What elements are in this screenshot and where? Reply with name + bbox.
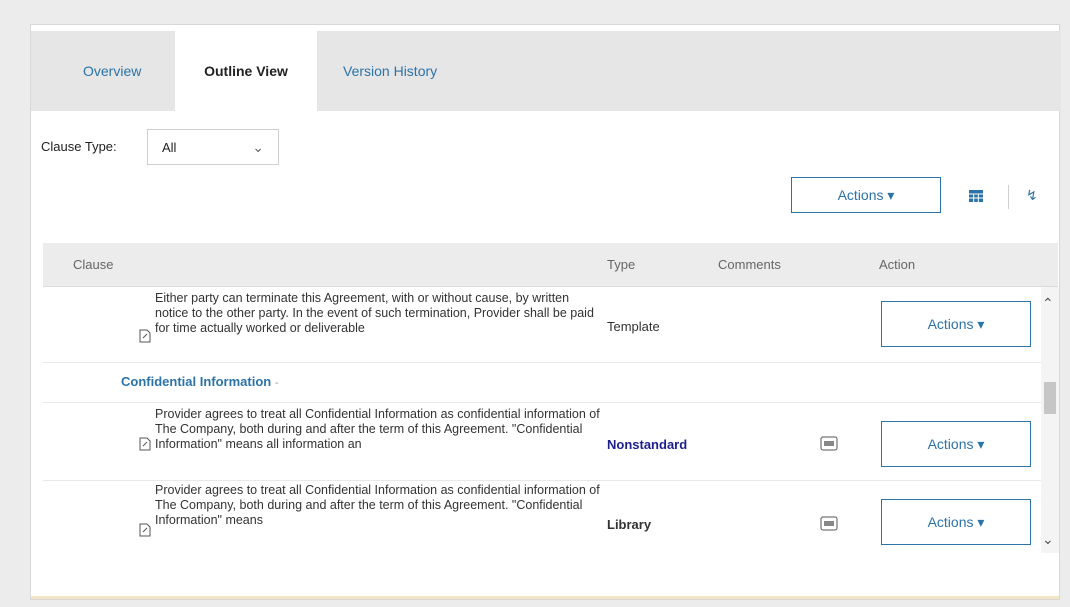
clause-text: Provider agrees to treat all Confidentia… [155,483,600,527]
chevron-up-icon[interactable]: ⌃ [1042,295,1054,312]
section-title[interactable]: Confidential Information - [121,374,279,389]
row-actions-button[interactable]: Actions ▾ [881,421,1031,467]
column-header-comments[interactable]: Comments [718,257,781,272]
tab-bar: Overview Outline View Version History [31,31,1061,111]
column-header-action: Action [879,257,916,272]
clause-type: Library [607,517,652,532]
clause-type: Template [607,319,660,334]
row-actions-button[interactable]: Actions ▾ [881,301,1031,347]
clause-type-select[interactable]: All ⌄ [147,129,279,165]
clause-type-label: Clause Type: [41,139,117,154]
clause-document-icon[interactable] [138,329,152,343]
table-body: Either party can terminate this Agreemen… [43,287,1041,553]
clause-type[interactable]: Nonstandard [607,437,687,452]
actions-menu-button[interactable]: Actions ▾ [791,177,941,213]
clause-text: Provider agrees to treat all Confidentia… [155,407,600,451]
table-header: Clause Type Comments Action [43,243,1058,287]
double-chevron-down-icon[interactable]: ↯ [1026,187,1038,204]
comment-icon[interactable] [820,515,838,533]
table-row: Either party can terminate this Agreemen… [43,287,1041,363]
clause-document-icon[interactable] [138,523,152,537]
chevron-down-icon[interactable]: ⌄ [1042,531,1054,548]
section-header-row[interactable]: Confidential Information - [43,363,1041,403]
column-header-clause[interactable]: Clause [73,257,113,272]
tab-version-history[interactable]: Version History [319,31,461,111]
clause-document-icon[interactable] [138,437,152,451]
clause-text: Either party can terminate this Agreemen… [155,291,594,335]
document-panel: Overview Outline View Version History Cl… [30,24,1061,600]
scrollbar-thumb[interactable] [1044,382,1056,414]
table-row: Provider agrees to treat all Confidentia… [43,403,1041,481]
panel-bottom-border [31,596,1059,599]
tab-overview[interactable]: Overview [59,31,165,111]
chevron-down-icon: ⌄ [252,139,264,155]
comment-icon[interactable] [820,435,838,453]
table-grid-icon[interactable] [969,190,983,202]
column-header-type[interactable]: Type [607,257,635,272]
table-row: Provider agrees to treat all Confidentia… [43,481,1041,553]
table-scrollbar[interactable]: ⌃ ⌄ [1041,287,1059,553]
tab-outline-view[interactable]: Outline View [175,31,317,111]
toolbar-divider [1008,185,1009,209]
row-actions-button[interactable]: Actions ▾ [881,499,1031,545]
clause-type-value: All [162,140,177,155]
